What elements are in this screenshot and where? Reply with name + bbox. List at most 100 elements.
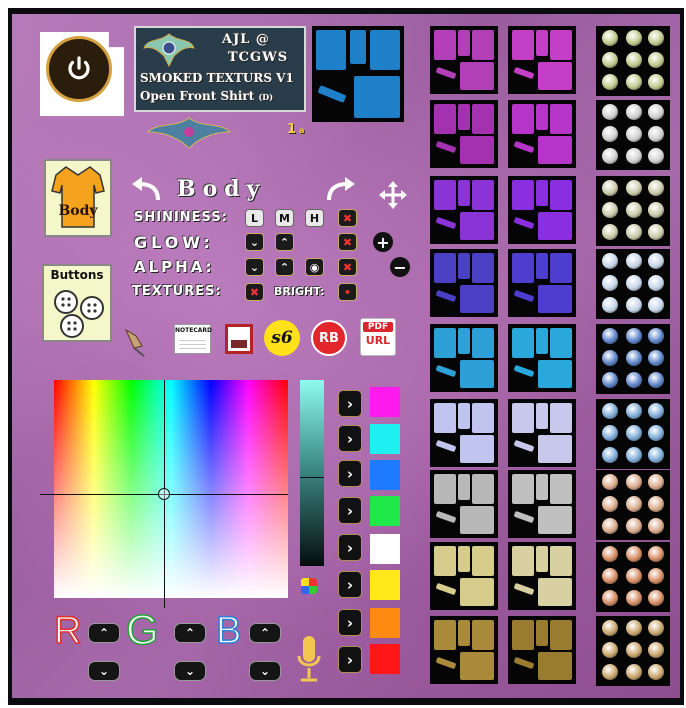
minus-icon[interactable]: − [390, 257, 410, 277]
shirt-icon [51, 166, 105, 228]
palette-icon[interactable] [301, 578, 317, 594]
preset-apply-button-8[interactable]: › [338, 646, 362, 673]
preset-apply-button-1[interactable]: › [338, 390, 362, 417]
shininess-medium-button[interactable]: M [275, 209, 294, 227]
alpha-down-button[interactable]: ⌄ [245, 258, 264, 276]
chevron-up-icon: ⌃ [259, 626, 271, 640]
alpha-up-button[interactable]: ⌃ [275, 258, 294, 276]
button-swatch [648, 126, 664, 142]
microphone-icon[interactable] [295, 634, 323, 686]
glow-down-button[interactable]: ⌄ [245, 233, 264, 251]
texture-thumb-a-3[interactable] [430, 176, 498, 244]
button-swatch [602, 372, 618, 388]
move-arrows-icon[interactable] [378, 180, 408, 210]
texture-piece [538, 435, 572, 463]
textures-off-button[interactable]: ✖ [245, 283, 264, 301]
texture-piece [458, 253, 470, 279]
texture-thumb-b-9[interactable] [508, 616, 576, 684]
texture-thumb-b-2[interactable] [508, 100, 576, 168]
button-texture-thumb-7[interactable] [596, 470, 670, 540]
brightness-slider-handle[interactable] [300, 477, 324, 478]
preset-swatch-magenta[interactable] [370, 387, 400, 417]
texture-thumb-b-4[interactable] [508, 249, 576, 317]
button-texture-thumb-5[interactable] [596, 324, 670, 394]
button-texture-thumb-1[interactable] [596, 26, 670, 96]
red-down-button[interactable]: ⌄ [88, 661, 120, 681]
texture-thumb-b-6[interactable] [508, 399, 576, 467]
texture-thumb-a-5[interactable] [430, 324, 498, 392]
button-swatch [648, 224, 664, 240]
texture-thumb-a-6[interactable] [430, 399, 498, 467]
texture-thumb-b-1[interactable] [508, 26, 576, 94]
picker-cursor[interactable] [158, 488, 170, 500]
preset-swatch-blue[interactable] [370, 460, 400, 490]
chevron-down-icon: ⌄ [184, 664, 196, 678]
curved-arrow-right-icon[interactable] [325, 176, 357, 202]
blue-up-button[interactable]: ⌃ [249, 623, 281, 643]
rb-link-button[interactable]: RB [311, 320, 347, 356]
button-swatch [626, 496, 642, 512]
preset-apply-button-7[interactable]: › [338, 609, 362, 636]
texture-thumb-a-7[interactable] [430, 470, 498, 538]
glow-off-button[interactable]: ✖ [338, 233, 357, 251]
texture-thumb-a-8[interactable] [430, 542, 498, 610]
texture-thumb-b-8[interactable] [508, 542, 576, 610]
button-texture-thumb-2[interactable] [596, 100, 670, 170]
notecard-button[interactable]: NOTECARD [174, 324, 212, 354]
button-texture-thumb-9[interactable] [596, 616, 670, 686]
preset-swatch-green[interactable] [370, 496, 400, 526]
texture-piece [460, 652, 494, 680]
shininess-off-button[interactable]: ✖ [338, 209, 357, 227]
green-down-button[interactable]: ⌄ [174, 661, 206, 681]
button-swatch [648, 620, 664, 636]
brightness-slider[interactable] [300, 380, 324, 566]
dot-icon: • [343, 285, 352, 299]
preset-swatch-cyan[interactable] [370, 424, 400, 454]
preset-apply-button-4[interactable]: › [338, 497, 362, 524]
button-texture-thumb-3[interactable] [596, 176, 670, 246]
preset-apply-button-6[interactable]: › [338, 571, 362, 598]
image-frame-icon[interactable] [225, 324, 253, 354]
button-texture-thumb-6[interactable] [596, 399, 670, 469]
pdf-url-button[interactable]: PDF URL [360, 318, 396, 356]
texture-thumb-b-7[interactable] [508, 470, 576, 538]
product-subtitle-text: Open Front Shirt [140, 89, 255, 103]
texture-thumb-a-2[interactable] [430, 100, 498, 168]
button-texture-thumb-8[interactable] [596, 542, 670, 612]
preset-apply-button-5[interactable]: › [338, 534, 362, 561]
plus-icon[interactable]: + [373, 232, 393, 252]
bright-button[interactable]: • [338, 283, 357, 301]
glow-label: GLOW: [134, 233, 214, 252]
alpha-off-button[interactable]: ✖ [338, 258, 357, 276]
green-up-button[interactable]: ⌃ [174, 623, 206, 643]
glow-up-button[interactable]: ⌃ [275, 233, 294, 251]
preset-apply-button-3[interactable]: › [338, 460, 362, 487]
button-texture-thumb-4[interactable] [596, 249, 670, 319]
main-texture-preview[interactable] [312, 26, 404, 122]
s6-link-button[interactable]: s6 [264, 320, 300, 356]
preset-apply-button-2[interactable]: › [338, 425, 362, 452]
texture-thumb-a-9[interactable] [430, 616, 498, 684]
texture-piece [513, 66, 535, 80]
red-up-button[interactable]: ⌃ [88, 623, 120, 643]
curved-arrow-left-icon[interactable] [130, 176, 162, 202]
body-section-button[interactable]: Body [44, 159, 112, 237]
texture-thumb-b-3[interactable] [508, 176, 576, 244]
buttons-section-button[interactable]: Buttons [42, 264, 112, 342]
shininess-high-button[interactable]: H [305, 209, 324, 227]
preset-swatch-yellow[interactable] [370, 570, 400, 600]
texture-thumb-b-5[interactable] [508, 324, 576, 392]
button-swatch [648, 180, 664, 196]
blue-down-button[interactable]: ⌄ [249, 661, 281, 681]
preset-swatch-red[interactable] [370, 644, 400, 674]
alpha-visibility-button[interactable]: ◉ [305, 258, 324, 276]
texture-thumb-a-1[interactable] [430, 26, 498, 94]
button-swatch [602, 275, 618, 291]
preset-swatch-orange[interactable] [370, 608, 400, 638]
shininess-low-button[interactable]: L [245, 209, 264, 227]
preset-swatch-white[interactable] [370, 534, 400, 564]
power-button[interactable] [40, 32, 124, 116]
texture-thumb-a-4[interactable] [430, 249, 498, 317]
color-picker-field[interactable] [54, 380, 288, 598]
rb-label: RB [319, 330, 339, 346]
